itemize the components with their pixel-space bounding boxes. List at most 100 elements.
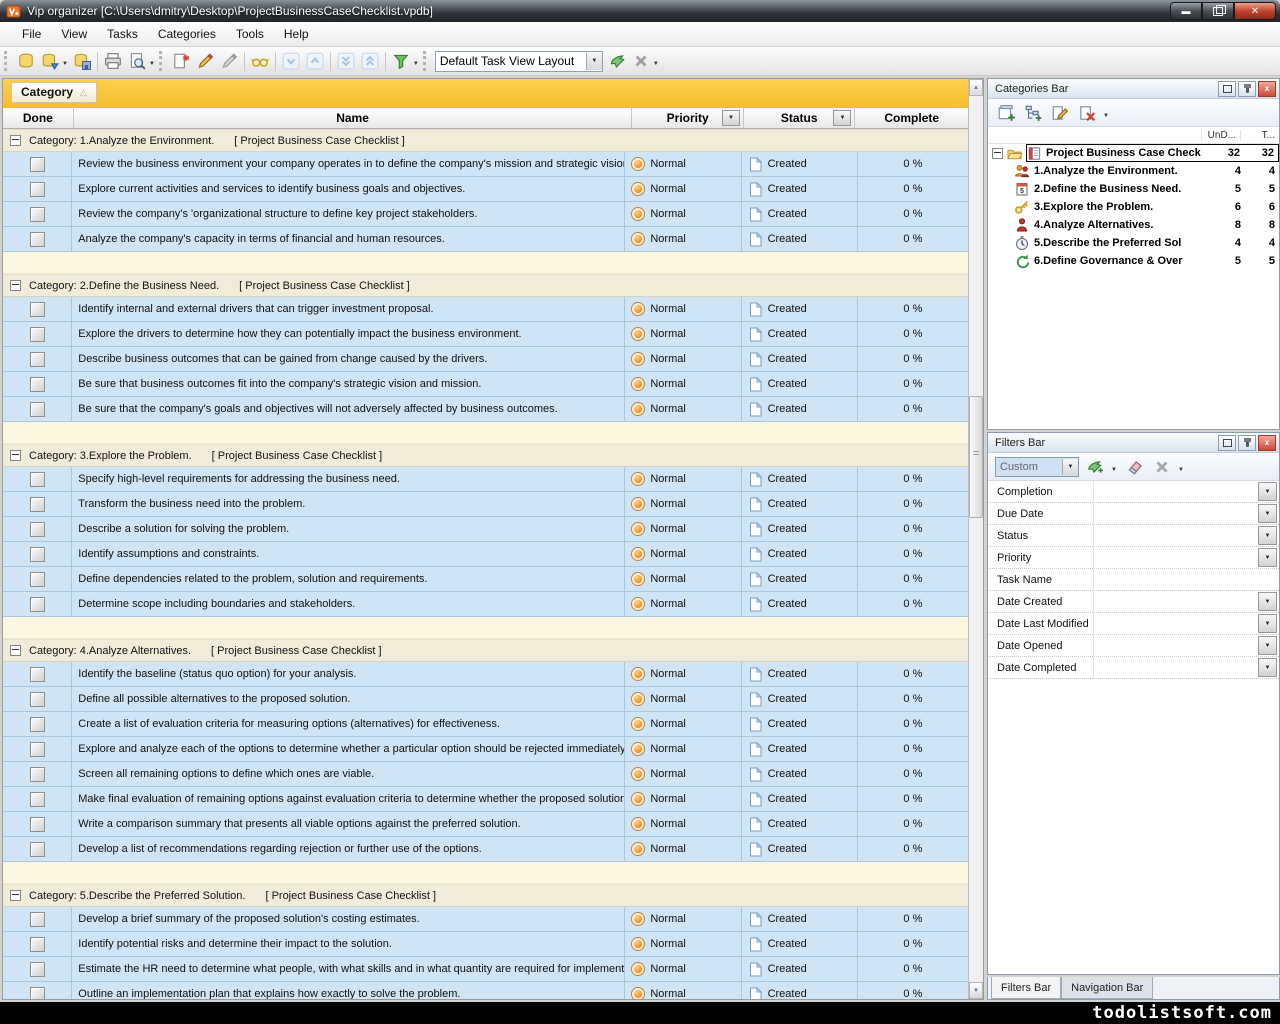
move-down-button[interactable] xyxy=(279,50,303,73)
tree-category-item[interactable]: 1.Analyze the Environment.44 xyxy=(988,162,1279,180)
new-database-button[interactable] xyxy=(14,50,38,73)
task-row[interactable]: Analyze the company's capacity in terms … xyxy=(3,227,968,252)
filters-restore-button[interactable] xyxy=(1218,435,1236,451)
task-row[interactable]: Transform the business need into the pro… xyxy=(3,492,968,517)
delete-layout-button[interactable] xyxy=(629,50,653,73)
task-done-checkbox[interactable] xyxy=(30,182,45,197)
categories-toolbar-more-icon[interactable]: ▼ xyxy=(1103,113,1109,119)
column-header-status[interactable]: Status▼ xyxy=(744,108,856,128)
scroll-track[interactable] xyxy=(969,96,983,982)
task-done-checkbox[interactable] xyxy=(30,522,45,537)
task-done-checkbox[interactable] xyxy=(30,207,45,222)
category-group-row[interactable]: Category: 2.Define the Business Need.[ P… xyxy=(3,274,968,297)
task-row[interactable]: Be sure that the company's goals and obj… xyxy=(3,397,968,422)
collapse-group-icon[interactable] xyxy=(10,280,21,291)
collapse-group-icon[interactable] xyxy=(10,450,21,461)
priority-filter-dropdown[interactable]: ▼ xyxy=(722,110,740,126)
add-category-button[interactable] xyxy=(995,102,1017,124)
tree-column-undone[interactable]: UnD... xyxy=(1201,130,1240,141)
grid-vertical-scrollbar[interactable]: ▲ ▼ xyxy=(968,79,983,999)
tree-root-row[interactable]: Project Business Case Check3232 xyxy=(988,144,1279,162)
task-done-checkbox[interactable] xyxy=(30,667,45,682)
task-done-checkbox[interactable] xyxy=(30,352,45,367)
collapse-group-icon[interactable] xyxy=(10,135,21,146)
collapse-group-icon[interactable] xyxy=(10,645,21,656)
filter-dropdown-button[interactable]: ▼ xyxy=(1258,526,1277,545)
filter-dropdown-button[interactable]: ▼ xyxy=(1258,614,1277,633)
task-done-checkbox[interactable] xyxy=(30,327,45,342)
tree-category-item[interactable]: 52.Define the Business Need.55 xyxy=(988,180,1279,198)
menu-help[interactable]: Help xyxy=(274,23,319,45)
menu-file[interactable]: File xyxy=(12,23,51,45)
delete-task-button[interactable] xyxy=(217,50,241,73)
task-done-checkbox[interactable] xyxy=(30,987,45,1000)
menu-tasks[interactable]: Tasks xyxy=(97,23,148,45)
task-done-checkbox[interactable] xyxy=(30,377,45,392)
task-row[interactable]: Explore the drivers to determine how the… xyxy=(3,322,968,347)
move-to-bottom-button[interactable] xyxy=(334,50,358,73)
save-database-button[interactable] xyxy=(70,50,94,73)
task-done-checkbox[interactable] xyxy=(30,597,45,612)
task-row[interactable]: Develop a list of recommendations regard… xyxy=(3,837,968,862)
edit-category-button[interactable] xyxy=(1049,102,1071,124)
task-done-checkbox[interactable] xyxy=(30,547,45,562)
task-row[interactable]: Outline an implementation plan that expl… xyxy=(3,982,968,999)
task-done-checkbox[interactable] xyxy=(30,157,45,172)
task-row[interactable]: Explore current activities and services … xyxy=(3,177,968,202)
column-header-complete[interactable]: Complete xyxy=(855,108,968,128)
column-header-priority[interactable]: Priority▼ xyxy=(632,108,744,128)
task-done-checkbox[interactable] xyxy=(30,717,45,732)
task-done-checkbox[interactable] xyxy=(30,572,45,587)
filter-dropdown-button[interactable]: ▼ xyxy=(1258,504,1277,523)
task-row[interactable]: Specify high-level requirements for addr… xyxy=(3,467,968,492)
task-row[interactable]: Identify assumptions and constraints.Nor… xyxy=(3,542,968,567)
task-row[interactable]: Explore and analyze each of the options … xyxy=(3,737,968,762)
categories-pin-button[interactable] xyxy=(1238,81,1256,97)
filter-preset-combo[interactable]: Custom ▼ xyxy=(995,457,1079,477)
categories-close-button[interactable]: x xyxy=(1258,81,1276,97)
move-to-top-button[interactable] xyxy=(358,50,382,73)
task-row[interactable]: Define all possible alternatives to the … xyxy=(3,687,968,712)
open-database-button[interactable] xyxy=(38,50,62,73)
dock-tab-navigation-bar[interactable]: Navigation Bar xyxy=(1061,977,1153,999)
task-row[interactable]: Identify the baseline (status quo option… xyxy=(3,662,968,687)
filter-dropdown-button[interactable]: ▼ xyxy=(1258,658,1277,677)
task-done-checkbox[interactable] xyxy=(30,692,45,707)
tree-category-item[interactable]: 6.Define Governance & Over55 xyxy=(988,252,1279,270)
task-row[interactable]: Describe a solution for solving the prob… xyxy=(3,517,968,542)
tree-collapse-icon[interactable] xyxy=(992,148,1003,159)
task-row[interactable]: Write a comparison summary that presents… xyxy=(3,812,968,837)
group-by-category-tab[interactable]: Category △ xyxy=(11,82,97,103)
category-group-row[interactable]: Category: 4.Analyze Alternatives.[ Proje… xyxy=(3,639,968,662)
task-done-checkbox[interactable] xyxy=(30,962,45,977)
scroll-thumb[interactable] xyxy=(969,396,983,518)
print-preview-button[interactable] xyxy=(125,50,149,73)
task-done-checkbox[interactable] xyxy=(30,302,45,317)
category-group-row[interactable]: Category: 5.Describe the Preferred Solut… xyxy=(3,884,968,907)
column-header-name[interactable]: Name xyxy=(74,108,633,128)
restore-button[interactable] xyxy=(1202,2,1234,20)
open-database-dropdown-icon[interactable]: ▼ xyxy=(62,61,68,67)
categories-restore-button[interactable] xyxy=(1218,81,1236,97)
add-subcategory-button[interactable] xyxy=(1022,102,1044,124)
task-row[interactable]: Identify internal and external drivers t… xyxy=(3,297,968,322)
delete-layout-dropdown-icon[interactable]: ▼ xyxy=(653,61,659,67)
move-up-button[interactable] xyxy=(303,50,327,73)
filter-dropdown-button[interactable]: ▼ xyxy=(1258,482,1277,501)
task-row[interactable]: Create a list of evaluation criteria for… xyxy=(3,712,968,737)
task-done-checkbox[interactable] xyxy=(30,767,45,782)
task-done-checkbox[interactable] xyxy=(30,402,45,417)
task-done-checkbox[interactable] xyxy=(30,817,45,832)
task-done-checkbox[interactable] xyxy=(30,497,45,512)
task-row[interactable]: Be sure that business outcomes fit into … xyxy=(3,372,968,397)
task-row[interactable]: Review the business environment your com… xyxy=(3,152,968,177)
tree-category-item[interactable]: 3.Explore the Problem.66 xyxy=(988,198,1279,216)
filter-preset-dropdown-icon[interactable]: ▼ xyxy=(1062,459,1078,475)
task-done-checkbox[interactable] xyxy=(30,937,45,952)
task-row[interactable]: Define dependencies related to the probl… xyxy=(3,567,968,592)
new-task-button[interactable] xyxy=(169,50,193,73)
task-done-checkbox[interactable] xyxy=(30,232,45,247)
close-button[interactable]: ✕ xyxy=(1234,2,1276,20)
category-group-row[interactable]: Category: 1.Analyze the Environment.[ Pr… xyxy=(3,129,968,152)
save-filter-dropdown-icon[interactable]: ▼ xyxy=(1111,467,1117,473)
